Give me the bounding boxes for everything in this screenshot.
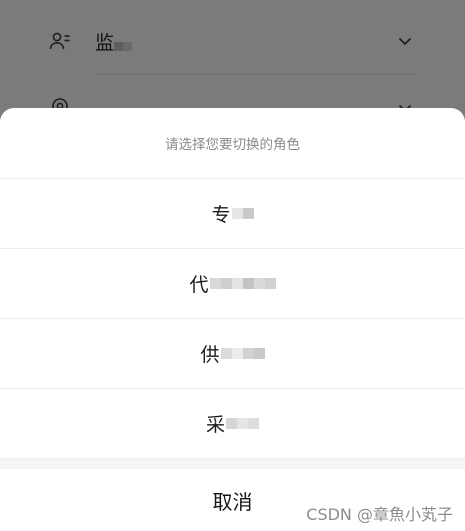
sheet-title: 请选择您要切换的角色 (0, 108, 465, 179)
role-option-label: 供 (200, 344, 220, 366)
role-option-2[interactable]: 代 (0, 249, 465, 319)
role-option-label: 专 (211, 204, 231, 226)
role-switch-sheet: 请选择您要切换的角色 专 代 供 采 取消 CSDN @章魚小芄子 (0, 108, 465, 531)
role-option-label: 代 (189, 274, 209, 296)
redaction-mosaic (114, 34, 133, 52)
redaction-mosaic (220, 343, 265, 365)
role-option-4[interactable]: 采 (0, 389, 465, 459)
sheet-separator-band (0, 459, 465, 469)
role-option-3[interactable]: 供 (0, 319, 465, 389)
redaction-mosaic (231, 203, 254, 225)
chevron-down-icon[interactable] (396, 32, 414, 50)
role-option-label: 采 (205, 414, 225, 436)
csdn-watermark: CSDN @章魚小芄子 (306, 505, 453, 524)
users-icon (48, 29, 72, 53)
background-row-label: 监 (95, 28, 133, 55)
redaction-mosaic (226, 413, 259, 435)
background-row-monitor: 监 (0, 8, 465, 74)
role-option-1[interactable]: 专 (0, 179, 465, 249)
redaction-mosaic (209, 273, 276, 295)
